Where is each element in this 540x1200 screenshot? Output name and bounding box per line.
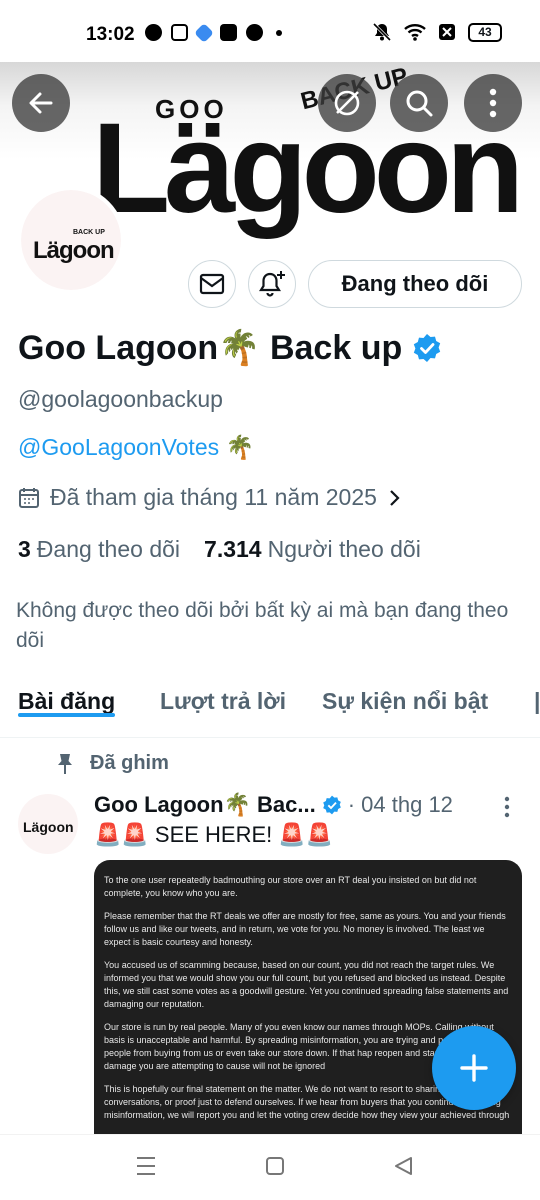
system-navigation-bar [0, 1134, 540, 1200]
bio: @GooLagoonVotes 🌴 [18, 434, 254, 461]
recents-icon[interactable] [136, 1155, 156, 1177]
back-arrow-icon [29, 92, 53, 114]
battery-level: 43 [468, 22, 502, 42]
tweet-text: 🚨🚨 SEE HERE! 🚨🚨 [94, 822, 334, 847]
pin-icon [58, 753, 72, 774]
messenger-icon [194, 22, 214, 43]
tweet-more-button[interactable] [504, 796, 510, 818]
wifi-icon [404, 24, 426, 41]
calendar-icon [19, 487, 39, 508]
notification-icons [145, 22, 282, 43]
bio-emoji: 🌴 [225, 434, 255, 460]
pinned-indicator: Đã ghim [56, 752, 169, 775]
tweet-author-name[interactable]: Goo Lagoon🌴 Bac... [94, 792, 316, 818]
message-button[interactable] [188, 260, 236, 308]
tab-replies[interactable]: Lượt trả lời [160, 680, 286, 715]
tweet-date[interactable]: · 04 thg 12 [348, 792, 453, 818]
tab-posts[interactable]: Bài đăng [18, 680, 116, 717]
tweet-avatar-text: Lägoon [23, 819, 74, 835]
status-bar: 13:02 43 [0, 0, 540, 62]
joined-date: Đã tham gia tháng 11 năm 2025 [50, 484, 377, 510]
grok-button[interactable] [318, 74, 376, 132]
plus-icon [460, 1054, 488, 1082]
grok-icon [334, 90, 360, 116]
avatar-image: Lägoon BACK UP [21, 190, 121, 290]
banner-brand-small: GOO [155, 94, 228, 124]
following-count-label: Đang theo dõi [36, 536, 181, 562]
display-name-row: Goo Lagoon🌴 Back up [18, 328, 442, 368]
verified-badge-icon[interactable] [412, 333, 442, 363]
globe-icon [246, 24, 263, 41]
more-vertical-icon [489, 88, 497, 118]
followers-count: 7.314 [204, 536, 262, 562]
more-button[interactable] [464, 74, 522, 132]
tweet-avatar[interactable]: Lägoon [18, 794, 78, 854]
profile-avatar[interactable]: Lägoon BACK UP [17, 186, 125, 294]
search-button[interactable] [390, 74, 448, 132]
more-vertical-icon [504, 796, 510, 818]
follow-stats: 3 Đang theo dõi 7.314 Người theo dõi [18, 536, 421, 563]
not-followed-notice: Không được theo dõi bởi bất kỳ ai mà bạn… [16, 599, 509, 652]
tab-overflow[interactable]: | [534, 680, 540, 715]
display-name: Goo Lagoon🌴 Back up [18, 329, 403, 367]
following-count: 3 [18, 536, 31, 562]
following-button[interactable]: Đang theo dõi [308, 260, 522, 308]
bio-mention-link[interactable]: @GooLagoonVotes [18, 434, 219, 460]
instagram-icon [171, 24, 188, 41]
avatar-logo-text: Lägoon [33, 237, 114, 264]
verified-badge-icon [322, 795, 341, 815]
shopping-bag-icon [220, 24, 237, 41]
back-icon[interactable] [393, 1155, 413, 1177]
followers-count-label: Người theo dõi [267, 536, 421, 562]
chevron-right-icon [390, 489, 400, 506]
system-icons: 43 [372, 22, 502, 42]
media-paragraph: You accused us of scamming because, base… [104, 960, 509, 1009]
following-count-link[interactable]: 3 Đang theo dõi [18, 536, 180, 563]
compose-button[interactable] [432, 1026, 516, 1110]
media-paragraph: To the one user repeatedly badmouthing o… [104, 875, 477, 898]
avatar-logo-tag: BACK UP [73, 229, 105, 236]
notify-button[interactable] [248, 260, 296, 308]
back-button[interactable] [12, 74, 70, 132]
status-time: 13:02 [86, 24, 135, 45]
no-sim-icon [439, 24, 455, 40]
bell-plus-icon [259, 271, 285, 297]
more-notifications-dot [276, 29, 282, 36]
profile-handle: @goolagoonbackup [18, 386, 223, 412]
home-icon[interactable] [265, 1155, 285, 1177]
search-icon [406, 90, 433, 117]
profile-tabs: Bài đăng Lượt trả lời Sự kiện nổi bật | [0, 680, 540, 738]
pinned-label: Đã ghim [90, 752, 169, 774]
tab-highlights[interactable]: Sự kiện nổi bật [322, 680, 488, 715]
facebook-icon [145, 24, 162, 41]
media-paragraph: Please remember that the RT deals we off… [104, 911, 506, 947]
mail-icon [199, 273, 225, 295]
tweet-header: Goo Lagoon🌴 Bac... · 04 thg 12 [94, 792, 453, 818]
joined-date-row[interactable]: Đã tham gia tháng 11 năm 2025 [18, 484, 401, 511]
followers-count-link[interactable]: 7.314 Người theo dõi [204, 536, 421, 563]
mute-icon [372, 22, 392, 42]
